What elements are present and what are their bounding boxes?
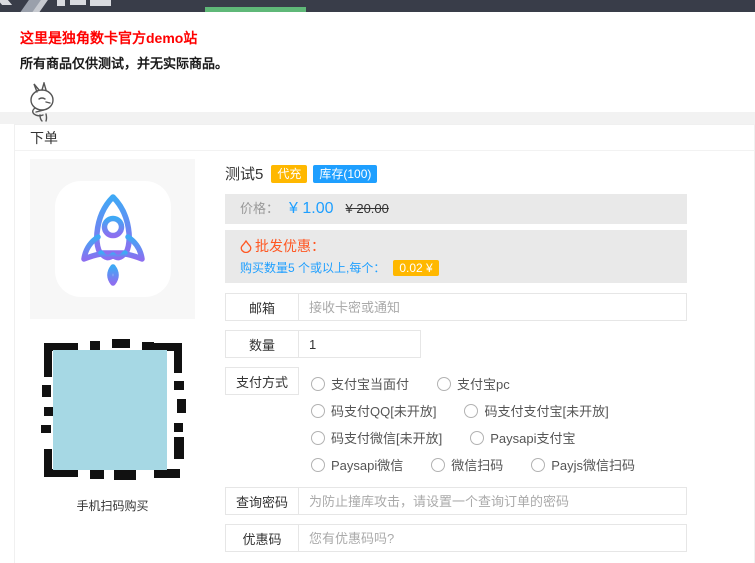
product-badge: 代充 (271, 164, 308, 183)
quantity-label: 数量 (225, 330, 299, 358)
coupon-label: 优惠码 (225, 524, 299, 552)
promo-icon (240, 239, 252, 253)
payment-option[interactable]: Payjs微信扫码 (531, 451, 635, 478)
original-price: ¥ 20.00 (345, 201, 389, 216)
price-label: 价格： (240, 201, 280, 216)
current-price: ¥ 1.00 (289, 200, 334, 217)
payment-option-label: Paysapi微信 (331, 458, 404, 473)
product-badge: 库存(100) (313, 164, 378, 183)
payment-method-label: 支付方式 (225, 367, 299, 395)
bunny-doodle-icon (30, 80, 54, 122)
qr-caption: 手机扫码购买 (76, 499, 149, 513)
page-gap (0, 112, 755, 124)
product-media-column: 手机扫码购买 (30, 159, 195, 563)
payment-option[interactable]: Paysapi微信 (311, 451, 403, 478)
qr-code (38, 337, 188, 483)
radio-icon[interactable] (311, 457, 325, 472)
notice-title: 这里是独角数卡官方demo站 (20, 30, 198, 46)
product-image (30, 159, 195, 319)
coupon-input[interactable] (299, 524, 687, 552)
radio-icon[interactable] (311, 376, 325, 391)
query-password-label: 查询密码 (225, 487, 299, 515)
payment-option-label: 支付宝当面付 (331, 377, 410, 392)
radio-icon[interactable] (431, 457, 446, 472)
price-row: 价格： ¥ 1.00 ¥ 20.00 (225, 194, 687, 224)
order-form-column: 测试5 代充 库存(100) 价格： ¥ 1.00 ¥ 20.00 批发优惠： … (225, 159, 687, 563)
payment-option[interactable]: 码支付QQ[未开放] (311, 397, 436, 424)
radio-icon[interactable] (464, 403, 479, 418)
payment-option[interactable]: 支付宝pc (437, 370, 510, 397)
navbar-text-fragment (57, 0, 65, 6)
wholesale-title: 批发优惠： (255, 238, 325, 254)
wholesale-unit-price-badge: 0.02 ¥ (393, 259, 439, 276)
site-notice: 这里是独角数卡官方demo站 所有商品仅供测试，并无实际商品。 (0, 12, 755, 122)
navbar-logo-fragment (0, 0, 13, 5)
order-card: 下单 手机扫码购买 测试5 代充 库存(100) 价格： ¥ 1.00 ¥ 20… (14, 124, 755, 563)
payment-options: 支付宝当面付 支付宝pc 码支付QQ[未开放] 码支付支付宝[未开放] 码支付微… (299, 367, 687, 478)
payment-option-label: 支付宝pc (457, 377, 510, 392)
qr-cover-overlay (52, 350, 167, 470)
product-name: 测试5 (225, 166, 264, 183)
wholesale-discount-block: 批发优惠： 购买数量5 个或以上,每个： 0.02 ¥ (225, 230, 687, 283)
navbar-text-fragment (70, 0, 86, 5)
payment-option-label: Paysapi支付宝 (490, 431, 576, 446)
nav-active-indicator (205, 7, 306, 12)
payment-option[interactable]: 码支付微信[未开放] (311, 424, 442, 451)
top-navbar (0, 0, 755, 12)
notice-subtitle: 所有商品仅供测试，并无实际商品。 (20, 56, 229, 71)
payment-option[interactable]: 支付宝当面付 (311, 370, 409, 397)
radio-icon[interactable] (311, 403, 325, 418)
wholesale-desc: 购买数量5 个或以上,每个： (240, 261, 386, 275)
email-label: 邮箱 (225, 293, 299, 321)
payment-option[interactable]: 码支付支付宝[未开放] (464, 397, 609, 424)
radio-icon[interactable] (311, 430, 325, 445)
quantity-input[interactable] (299, 330, 421, 358)
rocket-app-icon (54, 181, 171, 297)
radio-icon[interactable] (470, 430, 485, 445)
payment-option-label: 码支付微信[未开放] (331, 431, 443, 446)
radio-icon[interactable] (437, 376, 452, 391)
email-input[interactable] (299, 293, 687, 321)
payment-option[interactable]: Paysapi支付宝 (470, 424, 575, 451)
payment-option-label: 码支付支付宝[未开放] (484, 404, 609, 419)
payment-option-label: 码支付QQ[未开放] (331, 404, 437, 419)
payment-option-label: 微信扫码 (451, 458, 504, 473)
radio-icon[interactable] (531, 457, 546, 472)
payment-option[interactable]: 微信扫码 (431, 451, 503, 478)
payment-option-label: Payjs微信扫码 (551, 458, 636, 473)
query-password-input[interactable] (299, 487, 687, 515)
navbar-text-fragment (90, 0, 111, 6)
order-card-title: 下单 (15, 125, 754, 151)
